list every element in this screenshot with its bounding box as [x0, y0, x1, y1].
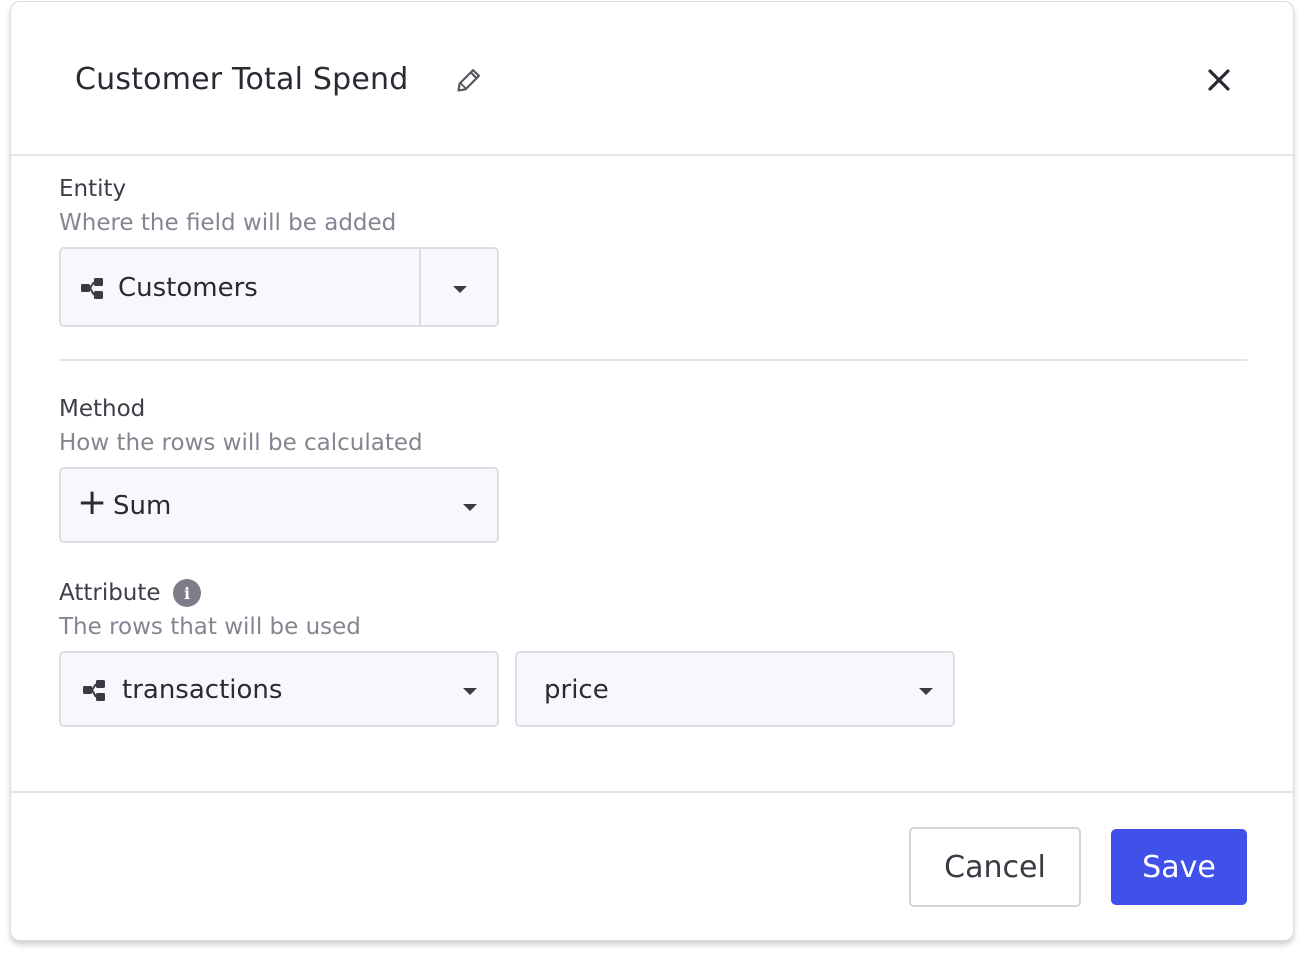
method-help-text: How the rows will be calculated — [59, 430, 423, 456]
attribute-help-text: The rows that will be used — [59, 614, 361, 640]
chevron-down-icon — [919, 688, 933, 695]
close-icon — [1208, 69, 1230, 91]
edit-title-button[interactable] — [451, 62, 487, 98]
entity-select[interactable]: Customers — [59, 247, 499, 327]
plus-icon: + — [77, 482, 108, 523]
attribute-relation-select[interactable]: transactions — [59, 651, 499, 727]
entity-icon — [83, 680, 105, 701]
chevron-down-icon — [463, 688, 477, 695]
method-label: Method — [59, 396, 146, 422]
select-divider — [419, 249, 421, 325]
entity-select-value: Customers — [118, 273, 258, 303]
entity-help-text: Where the field will be added — [59, 210, 397, 236]
modal-footer — [11, 791, 1293, 793]
entity-label: Entity — [59, 176, 127, 202]
section-divider — [59, 359, 1247, 361]
save-button[interactable]: Save — [1111, 829, 1247, 905]
info-icon[interactable]: i — [173, 579, 201, 607]
attribute-field-value: price — [544, 675, 609, 705]
method-select-value: Sum — [113, 491, 172, 521]
attribute-field-select[interactable]: price — [515, 651, 955, 727]
modal-title: Customer Total Spend — [75, 62, 409, 97]
edit-field-modal: Customer Total Spend Entity Where the fi… — [10, 1, 1294, 941]
chevron-down-icon — [463, 504, 477, 511]
attribute-label: Attribute — [59, 580, 161, 606]
cancel-button[interactable]: Cancel — [909, 827, 1081, 907]
pencil-icon — [457, 69, 480, 92]
method-select[interactable]: + Sum — [59, 467, 499, 543]
close-button[interactable] — [1201, 62, 1237, 98]
attribute-relation-value: transactions — [122, 675, 283, 705]
entity-icon — [81, 278, 103, 299]
chevron-down-icon — [453, 286, 467, 293]
modal-header: Customer Total Spend — [11, 2, 1293, 156]
